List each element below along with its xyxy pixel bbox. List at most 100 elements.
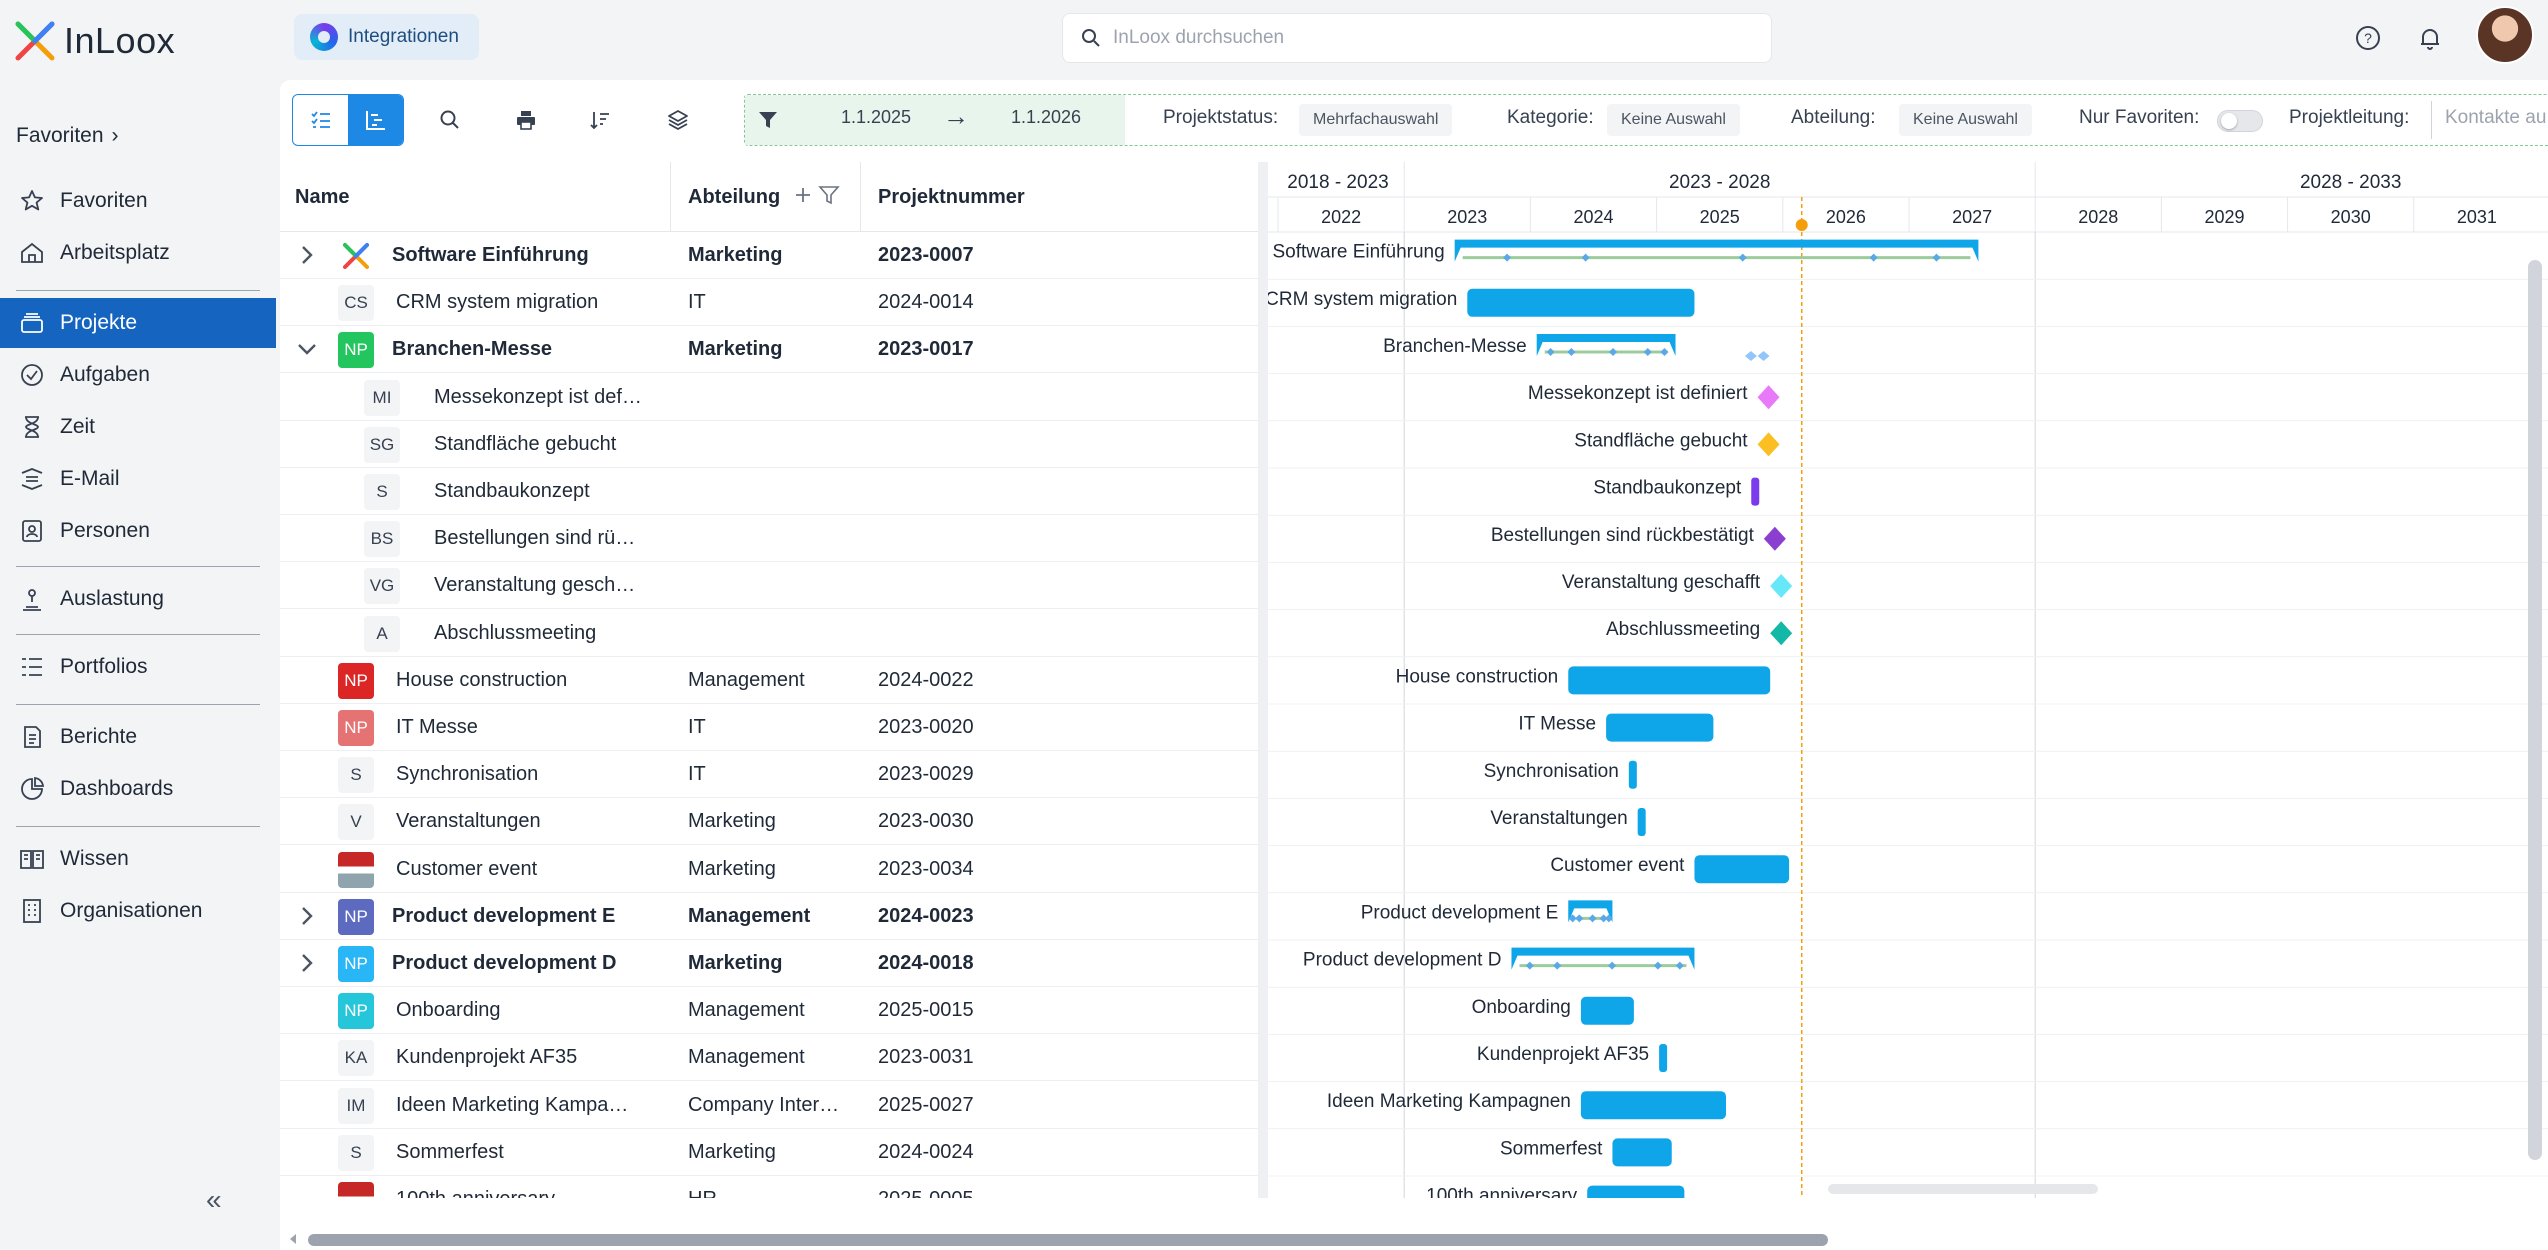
- row-name[interactable]: House construction: [396, 657, 646, 704]
- horizontal-scroll-thumb[interactable]: [308, 1234, 1828, 1246]
- chevron-right-icon[interactable]: [292, 901, 322, 931]
- print-button[interactable]: [506, 100, 546, 140]
- gantt-milestone[interactable]: [1757, 385, 1780, 410]
- task-row[interactable]: MI Messekonzept ist def…: [280, 374, 1258, 421]
- sidebar-item-dashboards[interactable]: Dashboards: [0, 764, 276, 814]
- gantt-bar[interactable]: [1580, 1091, 1727, 1120]
- lead-input[interactable]: Kontakte au: [2445, 107, 2546, 129]
- project-row[interactable]: NP Product development D Marketing 2024-001…: [280, 940, 1258, 987]
- sidebar-item-aufgaben[interactable]: Aufgaben: [0, 350, 276, 400]
- column-name[interactable]: Name: [295, 162, 349, 232]
- row-name[interactable]: Messekonzept ist def…: [434, 374, 684, 421]
- gantt-milestone[interactable]: [1757, 432, 1780, 457]
- search-button[interactable]: [430, 100, 470, 140]
- row-name[interactable]: CRM system migration: [396, 279, 646, 326]
- row-name[interactable]: Branchen-Messe: [392, 326, 642, 373]
- gantt-short-bar[interactable]: [1751, 477, 1760, 506]
- help-icon[interactable]: ?: [2350, 20, 2386, 56]
- row-name[interactable]: Abschlussmeeting: [434, 610, 684, 657]
- project-row[interactable]: S Sommerfest Marketing 2024-0024: [280, 1129, 1258, 1176]
- row-name[interactable]: Standfläche gebucht: [434, 421, 684, 468]
- category-filter[interactable]: Keine Auswahl: [1607, 104, 1740, 136]
- collapse-sidebar-button[interactable]: «: [206, 1184, 222, 1216]
- project-row[interactable]: V Veranstaltungen Marketing 2023-0030: [280, 798, 1258, 846]
- date-range[interactable]: 1.1.2025 → 1.1.2026: [745, 95, 1125, 145]
- row-name[interactable]: Bestellungen sind rü…: [434, 515, 684, 562]
- bell-icon[interactable]: [2412, 20, 2448, 56]
- gantt-view-button[interactable]: [348, 95, 403, 145]
- inloox-logo[interactable]: InLoox: [14, 20, 175, 62]
- gantt-bar[interactable]: [1580, 996, 1634, 1025]
- scroll-left-icon[interactable]: [286, 1232, 300, 1246]
- gantt-short-bar[interactable]: [1637, 808, 1646, 836]
- project-row[interactable]: NP Product development E Management 2024-00…: [280, 893, 1258, 940]
- gantt-bar[interactable]: [1606, 713, 1714, 742]
- row-name[interactable]: Veranstaltungen: [396, 798, 646, 845]
- gantt-bar[interactable]: [1467, 288, 1695, 317]
- chevron-down-icon[interactable]: [292, 334, 322, 364]
- layers-button[interactable]: [658, 100, 698, 140]
- user-avatar[interactable]: [2476, 6, 2534, 64]
- global-search[interactable]: [1062, 13, 1772, 63]
- project-row[interactable]: 100th anniversary HR 2025-0005: [280, 1176, 1258, 1198]
- project-row[interactable]: KA Kundenprojekt AF35 Management 2023-0031: [280, 1034, 1258, 1082]
- sidebar-item-zeit[interactable]: Zeit: [0, 402, 276, 452]
- sidebar-item-portfolios[interactable]: Portfolios: [0, 642, 276, 692]
- vertical-scroll-thumb[interactable]: [2528, 260, 2542, 1160]
- project-row[interactable]: NP Onboarding Management 2025-0015: [280, 987, 1258, 1035]
- favorites-header[interactable]: Favoriten ›: [16, 124, 119, 148]
- gantt-milestone[interactable]: [1770, 621, 1793, 646]
- project-row[interactable]: NP Branchen-Messe Marketing 2023-0017: [280, 326, 1258, 374]
- add-column-icon[interactable]: [792, 184, 814, 211]
- row-name[interactable]: Onboarding: [396, 987, 646, 1034]
- project-row[interactable]: CS CRM system migration IT 2024-0014: [280, 279, 1258, 327]
- date-to[interactable]: 1.1.2026: [1011, 107, 1081, 128]
- task-row[interactable]: SG Standfläche gebucht: [280, 421, 1258, 468]
- gantt-short-bar[interactable]: [1659, 1044, 1668, 1072]
- sidebar-item-favoriten[interactable]: Favoriten: [0, 176, 276, 226]
- date-from[interactable]: 1.1.2025: [841, 107, 911, 128]
- favorites-toggle[interactable]: [2217, 110, 2263, 132]
- column-project-number[interactable]: Projektnummer: [878, 162, 1025, 232]
- sidebar-item-organisationen[interactable]: Organisationen: [0, 886, 276, 936]
- row-name[interactable]: Veranstaltung gesch…: [434, 562, 684, 609]
- sidebar-item-auslastung[interactable]: Auslastung: [0, 574, 276, 624]
- row-name[interactable]: Kundenprojekt AF35: [396, 1034, 646, 1081]
- sidebar-item-projekte[interactable]: Projekte: [0, 298, 276, 348]
- task-row[interactable]: BS Bestellungen sind rü…: [280, 515, 1258, 563]
- department-filter[interactable]: Keine Auswahl: [1899, 104, 2032, 136]
- row-name[interactable]: Standbaukonzept: [434, 468, 684, 515]
- row-name[interactable]: Product development D: [392, 940, 642, 987]
- chevron-right-icon[interactable]: [292, 948, 322, 978]
- row-name[interactable]: Ideen Marketing Kampa…: [396, 1082, 646, 1129]
- project-row[interactable]: NP IT Messe IT 2023-0020: [280, 704, 1258, 751]
- sidebar-item-berichte[interactable]: Berichte: [0, 712, 276, 762]
- gantt-milestone[interactable]: [1763, 526, 1786, 551]
- project-row[interactable]: S Synchronisation IT 2023-0029: [280, 751, 1258, 799]
- task-row[interactable]: VG Veranstaltung gesch…: [280, 562, 1258, 610]
- sidebar-item-email[interactable]: E-Mail: [0, 454, 276, 504]
- column-filter-icon[interactable]: [818, 184, 840, 211]
- row-name[interactable]: Synchronisation: [396, 751, 646, 798]
- row-name[interactable]: Product development E: [392, 893, 642, 940]
- gantt-bar[interactable]: [1694, 855, 1790, 884]
- row-name[interactable]: IT Messe: [396, 704, 646, 751]
- project-row[interactable]: Customer event Marketing 2023-0034: [280, 846, 1258, 893]
- project-row[interactable]: Software Einführung Marketing 2023-0007: [280, 232, 1258, 279]
- chevron-right-icon[interactable]: [292, 240, 322, 270]
- status-filter[interactable]: Mehrfachauswahl: [1299, 104, 1453, 136]
- pane-splitter[interactable]: [1258, 162, 1268, 1198]
- integrations-button[interactable]: Integrationen: [294, 14, 479, 60]
- search-input[interactable]: [1113, 27, 1713, 49]
- row-name[interactable]: Customer event: [396, 846, 646, 893]
- sort-button[interactable]: [580, 100, 620, 140]
- gantt-milestone[interactable]: [1770, 574, 1793, 598]
- sidebar-item-wissen[interactable]: Wissen: [0, 834, 276, 884]
- task-row[interactable]: A Abschlussmeeting: [280, 610, 1258, 657]
- gantt-short-bar[interactable]: [1628, 760, 1637, 789]
- row-name[interactable]: Sommerfest: [396, 1129, 646, 1176]
- gantt-bar[interactable]: [1587, 1185, 1685, 1198]
- row-name[interactable]: Software Einführung: [392, 232, 642, 279]
- task-row[interactable]: S Standbaukonzept: [280, 468, 1258, 515]
- list-view-button[interactable]: [293, 95, 348, 145]
